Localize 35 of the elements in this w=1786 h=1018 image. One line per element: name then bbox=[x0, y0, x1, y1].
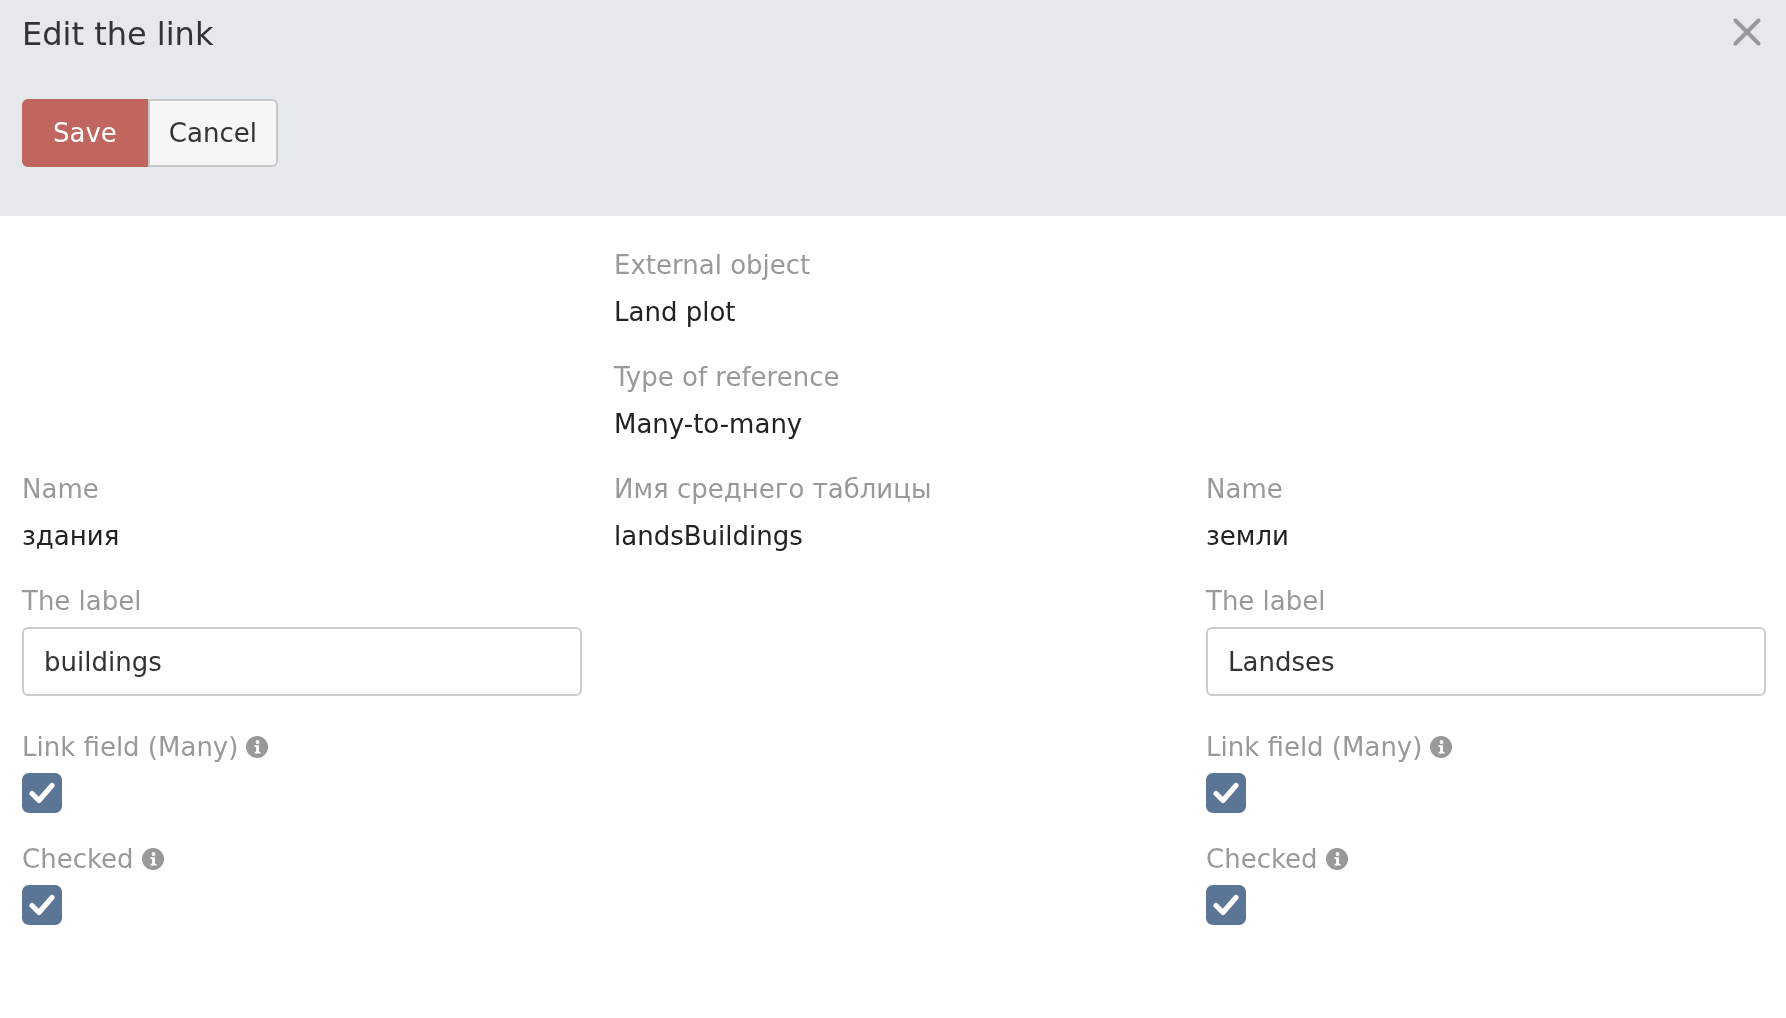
field-value: Many-to-many bbox=[614, 408, 803, 441]
field-label: Name bbox=[1206, 473, 1283, 506]
field-label: Checked bbox=[22, 843, 134, 876]
info-icon[interactable] bbox=[1430, 736, 1453, 758]
field-label: The label bbox=[1206, 585, 1326, 618]
field-value: Land plot bbox=[614, 296, 736, 329]
save-button[interactable]: Save bbox=[22, 99, 148, 167]
field-label: The label bbox=[22, 585, 142, 618]
close-button[interactable] bbox=[1733, 18, 1761, 46]
field-value: здания bbox=[22, 520, 120, 553]
field-label: Type of reference bbox=[614, 361, 840, 394]
info-icon[interactable] bbox=[246, 736, 269, 758]
checkbox[interactable] bbox=[22, 773, 62, 813]
checkbox[interactable] bbox=[1206, 885, 1246, 925]
checkmark-icon bbox=[29, 894, 55, 916]
dialog-title: Edit the link bbox=[22, 14, 214, 54]
info-icon[interactable] bbox=[1325, 848, 1348, 870]
field-label: Link field (Many) bbox=[1206, 731, 1423, 764]
field-value: земли bbox=[1206, 520, 1289, 553]
field-label: Link field (Many) bbox=[22, 731, 239, 764]
close-icon bbox=[1733, 18, 1761, 46]
cancel-button[interactable]: Cancel bbox=[147, 99, 278, 167]
field-label: External object bbox=[614, 249, 811, 282]
checkmark-icon bbox=[1213, 894, 1239, 916]
checkmark-icon bbox=[1213, 782, 1239, 804]
info-icon[interactable] bbox=[141, 848, 164, 870]
checkmark-icon bbox=[29, 782, 55, 804]
checkbox[interactable] bbox=[1206, 773, 1246, 813]
field-label: Name bbox=[22, 473, 99, 506]
text-input[interactable]: buildings bbox=[22, 627, 582, 696]
field-value: landsBuildings bbox=[614, 520, 803, 553]
field-label: Имя среднего таблицы bbox=[614, 473, 932, 506]
field-label: Checked bbox=[1206, 843, 1318, 876]
checkbox[interactable] bbox=[22, 885, 62, 925]
text-input[interactable]: Landses bbox=[1206, 627, 1766, 696]
